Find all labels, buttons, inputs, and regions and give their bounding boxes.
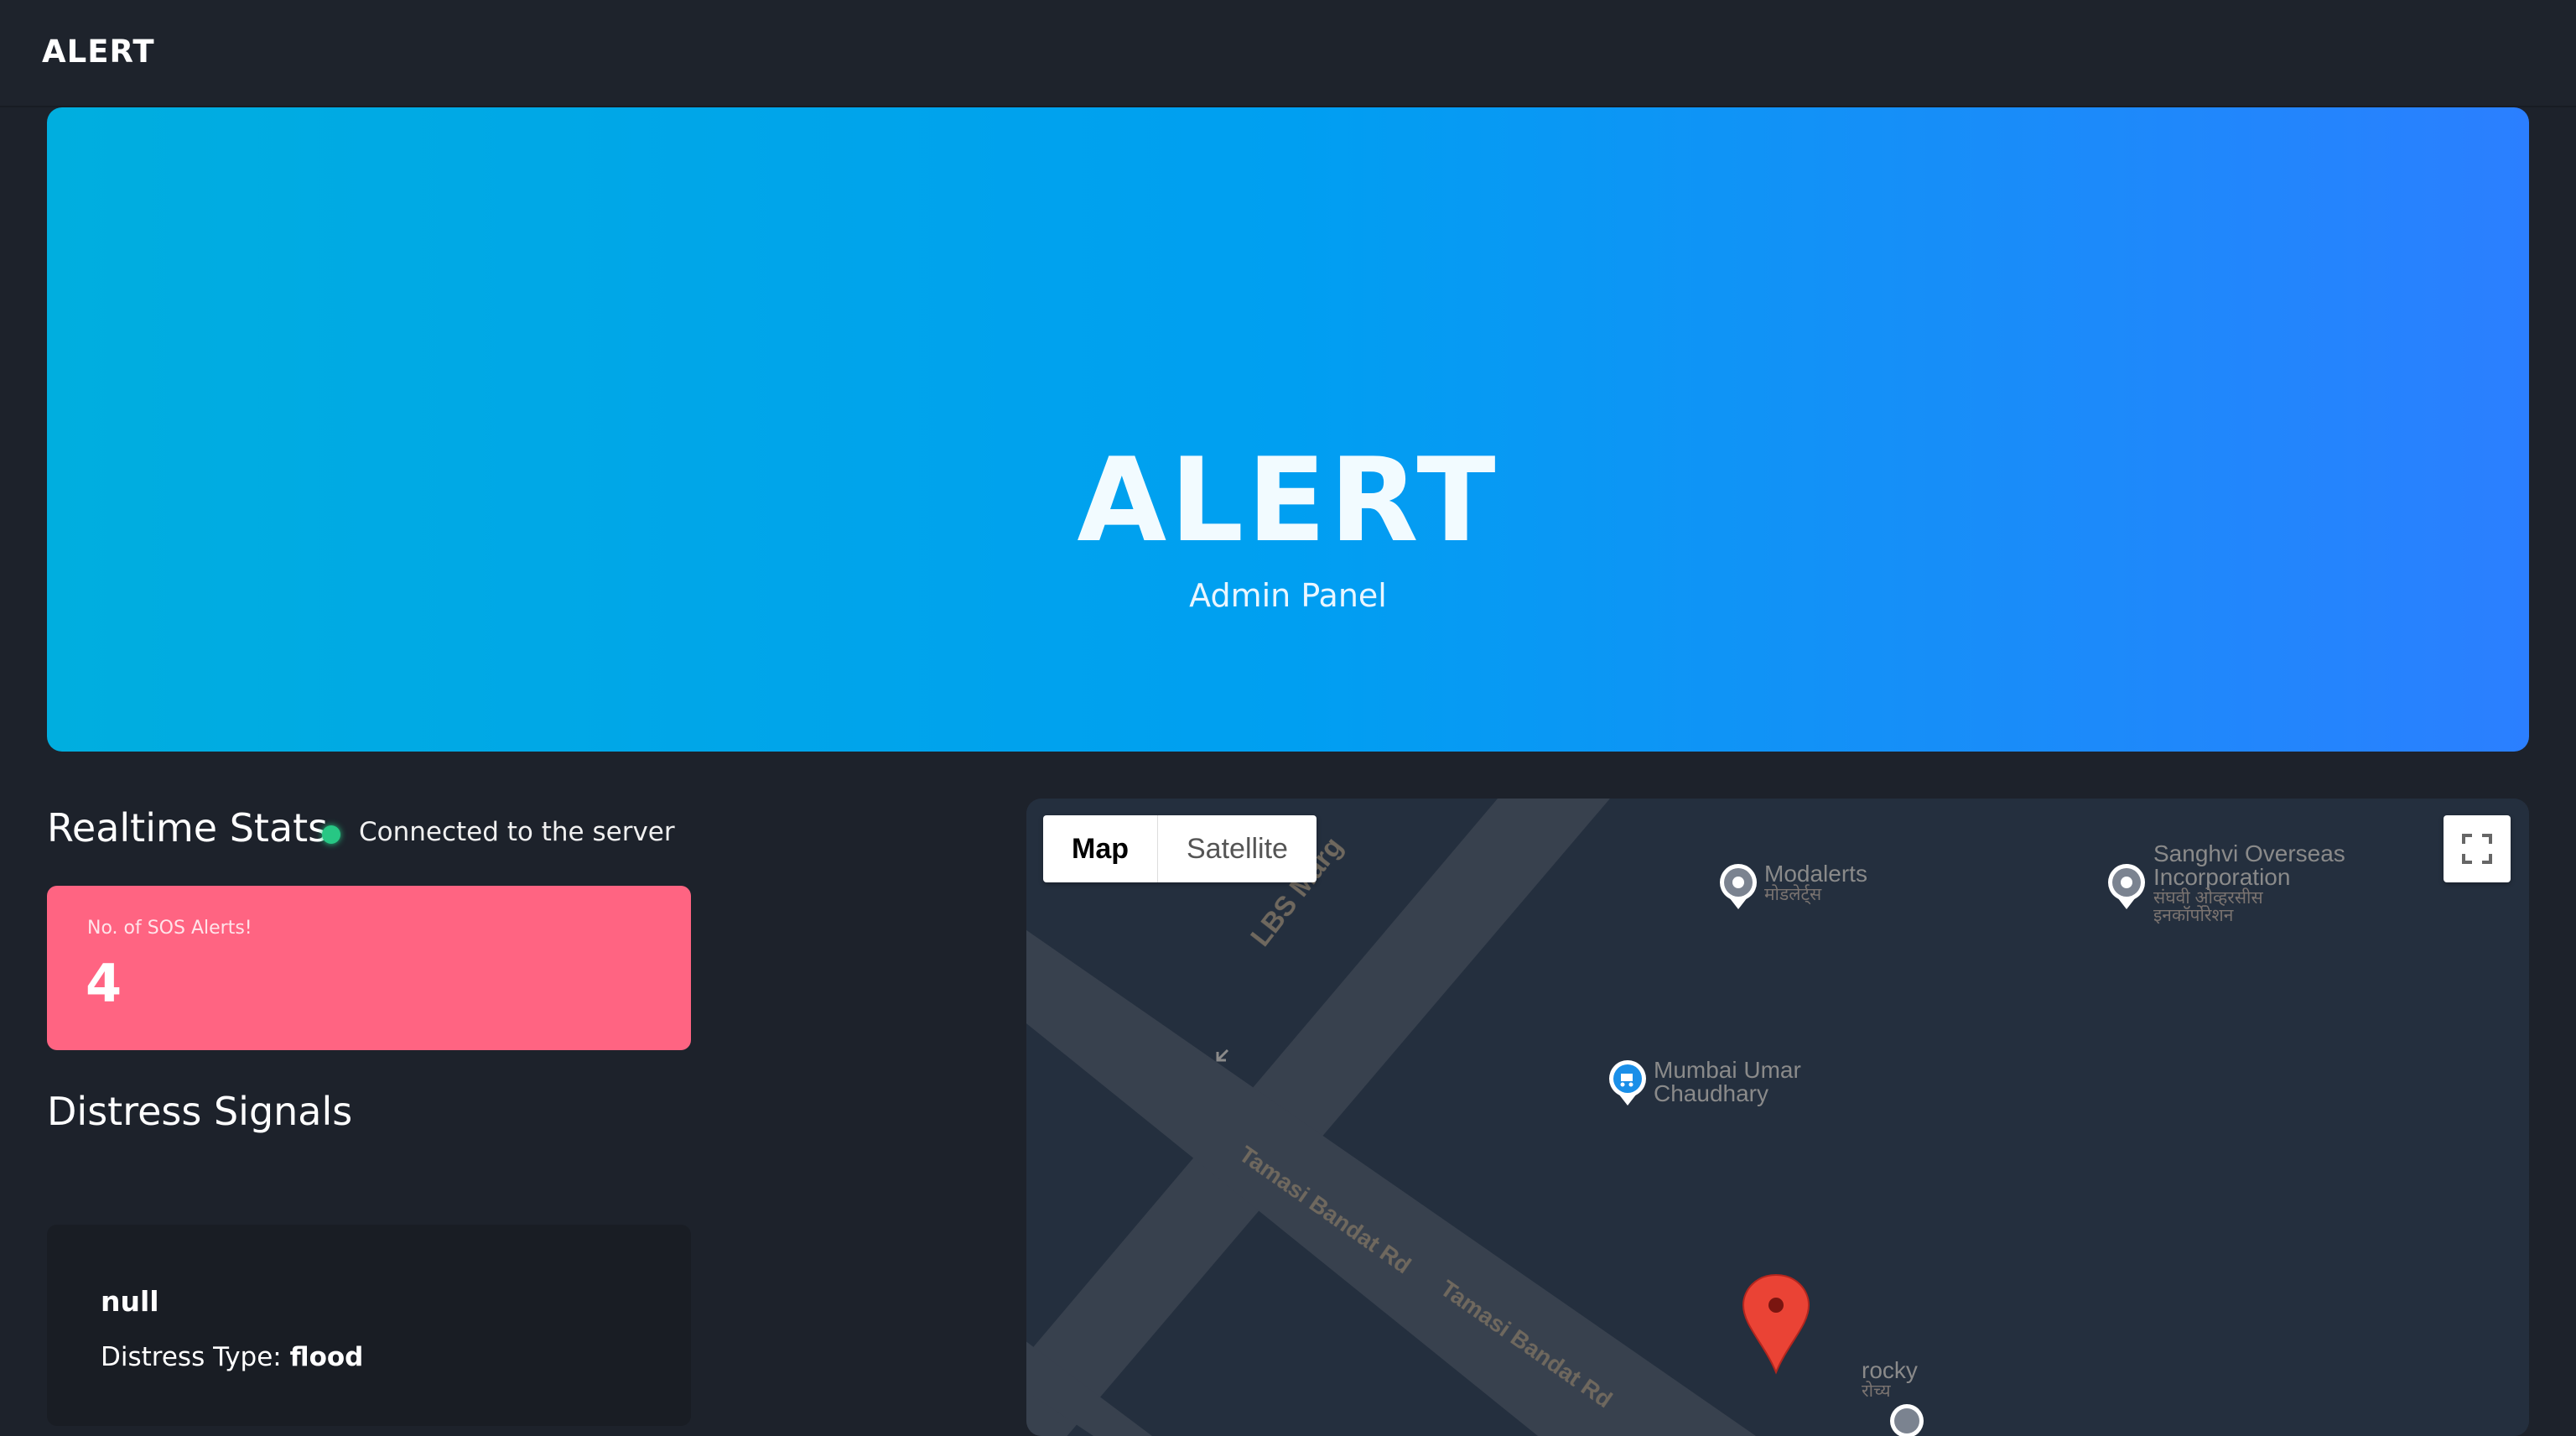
poi-mumbai-umar[interactable]: Mumbai Umar Chaudhary [1654,1059,1801,1106]
signal-name: null [101,1285,159,1318]
map-view[interactable]: LBS Marg Tamasi Bandat Rd Tamasi Bandat … [1026,799,2529,1436]
poi-rocky[interactable]: rocky रोच्य [1862,1357,1918,1401]
hero-title: ALERT [1077,433,1499,568]
signal-type: Distress Type: flood [101,1342,363,1372]
poi-sanghvi-line1: Sanghvi Overseas [2153,840,2345,866]
map-type-satellite-button[interactable]: Satellite [1158,815,1317,882]
poi-modalerts[interactable]: Modalerts मोडलेर्ट्स [1764,861,1867,904]
poi-modalerts-name: Modalerts [1764,861,1867,887]
map-type-control: Map Satellite [1043,815,1317,882]
distress-signals-title: Distress Signals [47,1089,353,1134]
hero-subtitle: Admin Panel [1189,577,1387,614]
poi-sanghvi-local1: संघवी ओव्हरसीस [2153,888,2263,908]
fullscreen-icon [2462,834,2492,864]
sos-alerts-count: 4 [86,953,122,1014]
connection-status-icon [322,825,340,844]
fullscreen-button[interactable] [2444,815,2511,882]
navbar: ALERT [0,0,2576,107]
signal-type-value: flood [289,1342,364,1372]
navbar-brand[interactable]: ALERT [42,34,155,70]
poi-sanghvi-local2: इनकॉर्पोरेशन [2153,906,2234,925]
distress-signal-card[interactable]: null Distress Type: flood [47,1225,691,1426]
realtime-stats-title: Realtime Stats [47,805,329,851]
poi-sanghvi-line2: Incorporation [2153,864,2291,890]
poi-modalerts-local: मोडलेर्ट्स [1764,885,1822,904]
poi-mumbai-umar-line1: Mumbai Umar [1654,1057,1801,1083]
poi-sanghvi[interactable]: Sanghvi Overseas Incorporation संघवी ओव्… [2153,840,2345,925]
poi-mumbai-umar-line2: Chaudhary [1654,1080,1768,1106]
connection-status-text: Connected to the server [359,817,675,847]
sos-alerts-card: No. of SOS Alerts! 4 [47,886,691,1050]
poi-rocky-name: rocky [1862,1357,1918,1383]
hero-banner: ALERT Admin Panel [47,107,2529,752]
sos-alerts-label: No. of SOS Alerts! [87,918,252,939]
signal-type-label: Distress Type: [101,1342,282,1372]
map-type-map-button[interactable]: Map [1043,815,1158,882]
poi-rocky-local: रोच्य [1862,1381,1891,1401]
